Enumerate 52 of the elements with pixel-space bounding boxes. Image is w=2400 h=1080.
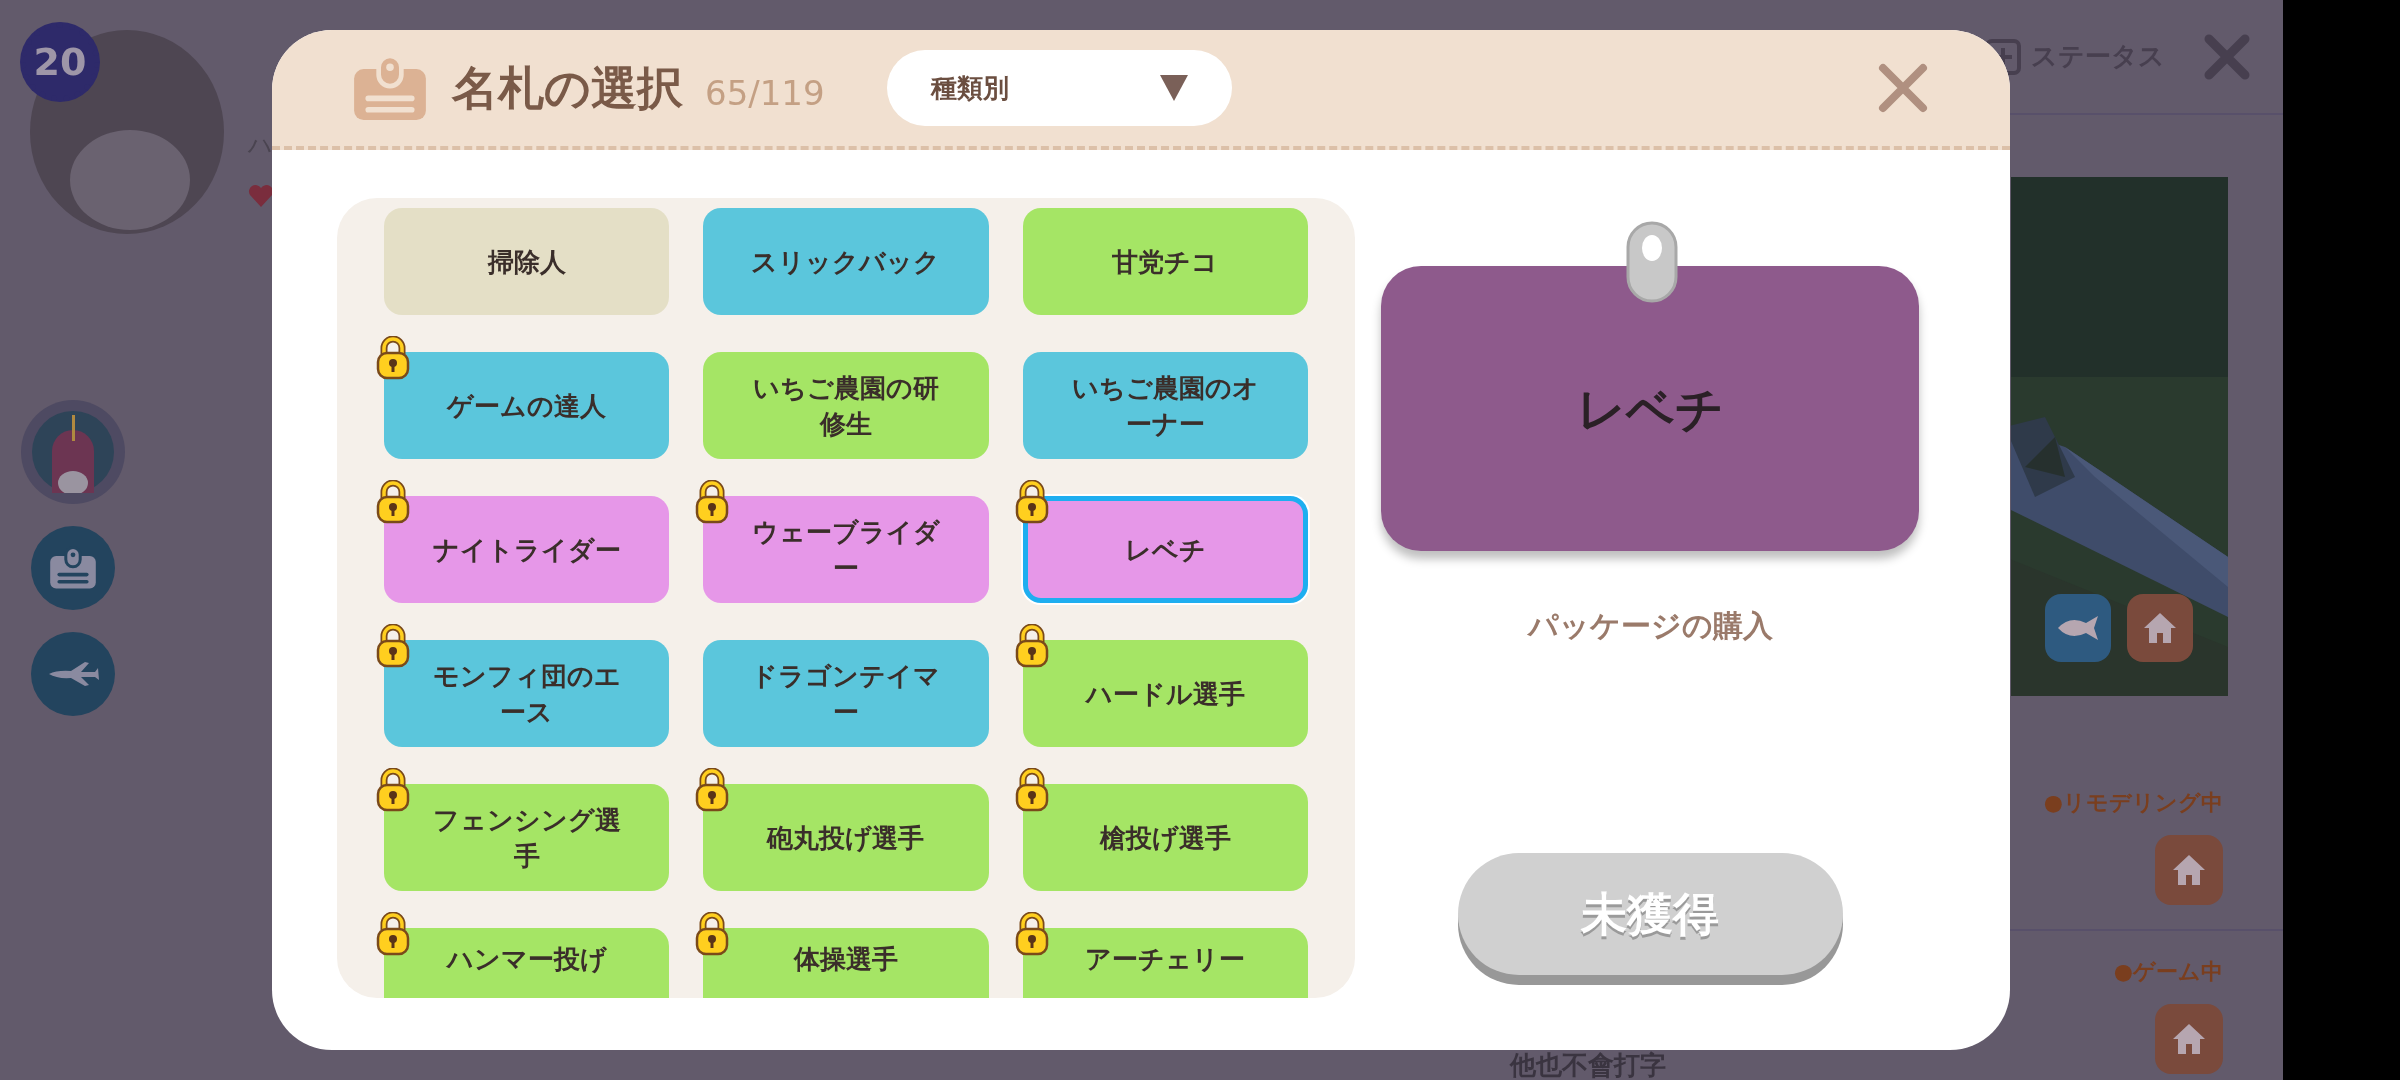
house-icon <box>2171 853 2207 887</box>
nameplate-tile[interactable]: いちご農園の研修生 <box>703 352 989 459</box>
nameplate-tile[interactable]: 砲丸投げ選手 <box>703 784 989 891</box>
close-icon[interactable] <box>1876 61 1930 115</box>
nameplate-tile[interactable]: 体操選手 <box>703 928 989 998</box>
nameplate-preview: レベチ <box>1381 266 1919 551</box>
nameplate-tile[interactable]: 甘党チコ <box>1022 208 1308 315</box>
nameplate-tile[interactable]: アーチェリー <box>1022 928 1308 998</box>
nameplate-tile[interactable]: ハンマー投げ <box>384 928 670 998</box>
home-button[interactable] <box>2155 1004 2223 1074</box>
fish-icon <box>2056 613 2100 643</box>
padlock-icon <box>1014 912 1049 956</box>
nameplate-tile[interactable]: ナイトライダー <box>384 496 670 603</box>
narwhal-icon <box>31 411 114 493</box>
nameplate-tile[interactable]: ゲームの達人 <box>384 352 670 459</box>
padlock-icon <box>376 624 410 668</box>
filter-dropdown[interactable]: 種類別 <box>886 50 1232 126</box>
nameplate-tile[interactable]: いちご農園のオーナー <box>1022 352 1308 459</box>
nameplate-tile[interactable]: ウェーブライダー <box>703 496 989 603</box>
house-icon <box>2142 611 2178 645</box>
padlock-icon <box>376 336 410 380</box>
padlock-icon <box>1014 768 1049 812</box>
nameplate-tile[interactable]: モンフィ団のエース <box>384 640 670 747</box>
nameplate-tile[interactable]: ハードル選手 <box>1022 640 1308 747</box>
home-button[interactable] <box>2155 835 2223 905</box>
home-button[interactable] <box>2127 594 2193 662</box>
nameplate-count: 65/119 <box>705 71 825 115</box>
heart-icon <box>248 184 274 208</box>
padlock-icon <box>1014 624 1049 668</box>
padlock-icon <box>695 480 730 524</box>
nameplate-tile[interactable]: ドラゴンテイマー <box>703 640 989 747</box>
padlock-icon <box>1014 480 1049 524</box>
nameplate-tile[interactable]: フェンシング選手 <box>384 784 670 891</box>
nameplate-tile[interactable]: スリックバック <box>703 208 989 315</box>
game-status: ●ゲーム中 <box>2113 958 2223 986</box>
fish-button[interactable] <box>2045 594 2111 662</box>
nameplate-tile[interactable]: 槍投げ選手 <box>1022 784 1308 891</box>
padlock-icon <box>376 912 410 956</box>
dropdown-arrow-icon <box>1159 75 1188 101</box>
pin-icon <box>1626 221 1678 303</box>
level-badge: 20 <box>20 22 100 102</box>
nameplate-tile[interactable]: レベチ <box>1022 496 1308 603</box>
padlock-icon <box>376 480 410 524</box>
padlock-icon <box>695 768 730 812</box>
padlock-icon <box>695 912 730 956</box>
dialog-title: 名札の選択 <box>452 59 683 117</box>
acquisition-method: パッケージの購入 <box>1527 607 1773 645</box>
nameplate-tile[interactable]: 掃除人 <box>384 208 670 315</box>
remodeling-status: ●リモデリング中 <box>2043 789 2223 817</box>
id-card-icon <box>48 546 97 590</box>
padlock-icon <box>376 768 410 812</box>
house-icon <box>2171 1022 2207 1056</box>
